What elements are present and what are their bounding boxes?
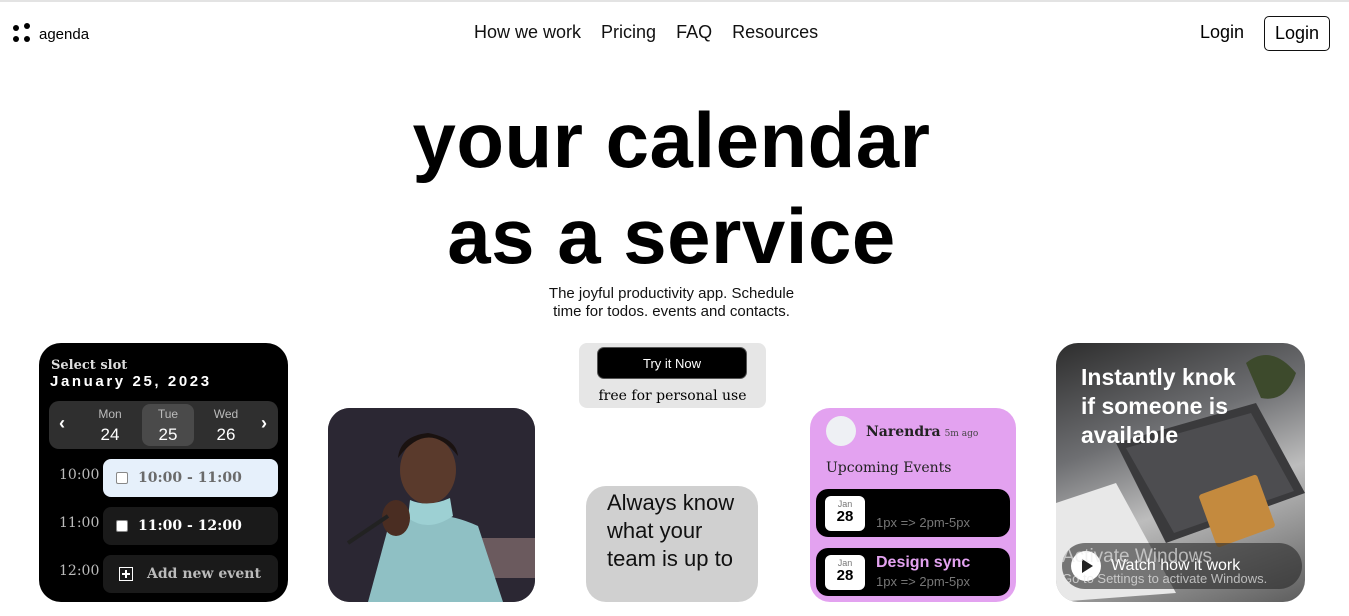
logo-dots-icon — [13, 22, 35, 44]
day-number: 24 — [100, 425, 120, 444]
login-button[interactable]: Login — [1264, 16, 1330, 51]
time-label: 12:00 — [59, 563, 100, 579]
free-note: free for personal use — [598, 388, 747, 404]
hero-subtitle: The joyful productivity app. Schedule ti… — [0, 285, 1343, 321]
hero-subtitle-line-1: The joyful productivity app. Schedule — [548, 285, 795, 302]
login-link[interactable]: Login — [1200, 22, 1244, 43]
select-slot-label: Select slot — [51, 358, 128, 373]
day-name: Tue — [157, 407, 179, 421]
slot-label: 11:00 - 12:00 — [138, 518, 242, 534]
top-border — [0, 0, 1349, 2]
hero-title: your calendar as a service — [0, 92, 1343, 284]
activate-windows-subtitle: Go to Settings to activate Windows. — [1062, 571, 1268, 586]
slot-label: 10:00 - 11:00 — [138, 470, 242, 486]
event-day: 28 — [836, 567, 854, 584]
nav-faq[interactable]: FAQ — [676, 22, 712, 43]
brand-logo[interactable]: agenda — [13, 22, 89, 44]
day-selector: ‹ Mon 24 Tue 25 Wed 26 › — [49, 401, 278, 449]
hero-line-2: as a service — [447, 192, 896, 280]
day-wed[interactable]: Wed 26 — [200, 404, 252, 446]
event-time: 1px => 2pm-5px — [876, 574, 970, 589]
user-name-text: Narendra — [866, 424, 941, 440]
activate-windows-title: Activate Windows — [1062, 546, 1212, 567]
day-mon[interactable]: Mon 24 — [84, 404, 136, 446]
selected-date: January 25, 2023 — [50, 373, 212, 390]
team-card-text: Always know what your team is up to — [607, 490, 735, 571]
promo-text: Instantly knok if someone is available — [1081, 364, 1236, 448]
hero-subtitle-line-2: time for todos. events and contacts. — [553, 303, 790, 320]
day-name: Mon — [98, 407, 122, 421]
calendar-date-icon: Jan 28 — [825, 555, 865, 590]
chevron-right-icon[interactable]: › — [261, 413, 267, 434]
user-name: Narendra 5m ago — [866, 424, 978, 440]
event-title: Design sync — [876, 554, 971, 571]
time-label: 11:00 — [59, 515, 100, 531]
event-item[interactable]: Jan 28 Design sync 1px => 2pm-5px — [816, 489, 1010, 537]
day-name: Wed — [213, 407, 239, 421]
checkbox-icon[interactable] — [116, 472, 128, 484]
upcoming-events-card: Narendra 5m ago Upcoming Events Jan 28 De… — [810, 408, 1016, 602]
singer-illustration — [328, 408, 535, 602]
add-event-label: Add new event — [147, 566, 261, 582]
slot-picker-card: Select slot January 25, 2023 ‹ Mon 24 Tu… — [39, 343, 288, 602]
try-now-panel: Try it Now free for personal use — [579, 343, 766, 408]
avatar — [826, 416, 856, 446]
hero-line-1: your calendar — [412, 96, 931, 184]
time-ago: 5m ago — [944, 429, 979, 439]
slot-10-11[interactable]: 10:00 - 11:00 — [103, 459, 278, 497]
calendar-date-icon: Jan 28 — [825, 496, 865, 531]
event-time: 1px => 2pm-5px — [876, 515, 970, 530]
main-nav: How we work Pricing FAQ Resources — [474, 22, 818, 43]
team-card: Always know what your team is up to — [586, 486, 758, 602]
event-day: 28 — [836, 508, 854, 525]
event-item[interactable]: Jan 28 Design sync 1px => 2pm-5px — [816, 548, 1010, 596]
checkbox-icon[interactable] — [116, 520, 128, 532]
event-title: Design sync — [876, 495, 971, 512]
slot-11-12[interactable]: 11:00 - 12:00 — [103, 507, 278, 545]
upcoming-heading: Upcoming Events — [826, 460, 952, 476]
singer-photo — [328, 408, 535, 602]
nav-resources[interactable]: Resources — [732, 22, 818, 43]
nav-how-we-work[interactable]: How we work — [474, 22, 581, 43]
chevron-left-icon[interactable]: ‹ — [59, 413, 65, 434]
day-number: 25 — [158, 425, 178, 444]
time-label: 10:00 — [59, 467, 100, 483]
day-number: 26 — [216, 425, 236, 444]
brand-name: agenda — [39, 25, 90, 43]
nav-pricing[interactable]: Pricing — [601, 22, 656, 43]
try-now-button[interactable]: Try it Now — [597, 347, 747, 379]
day-tue[interactable]: Tue 25 — [142, 404, 194, 446]
add-event-button[interactable]: Add new event — [103, 555, 278, 593]
plus-icon — [119, 567, 133, 581]
